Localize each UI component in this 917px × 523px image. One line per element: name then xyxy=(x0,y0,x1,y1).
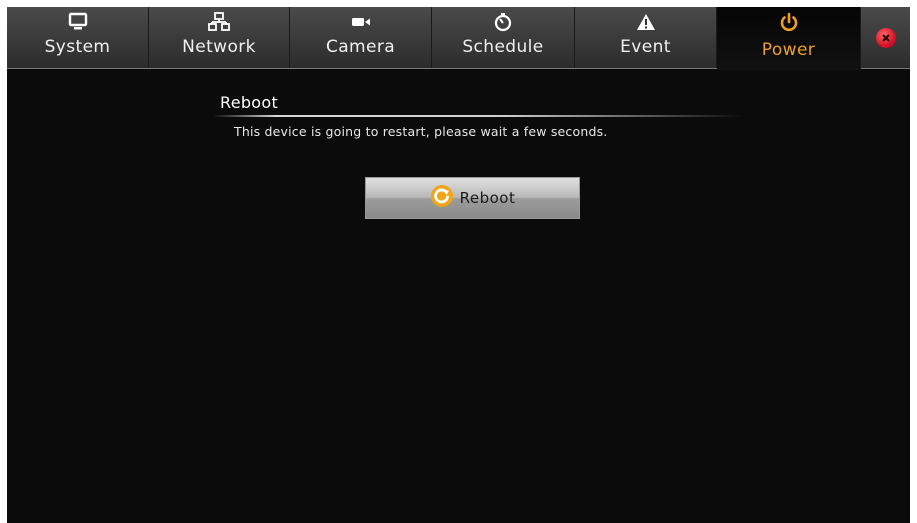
tab-label: Camera xyxy=(325,37,396,57)
close-button[interactable] xyxy=(861,7,910,68)
app-window: System Network Camera Schedule Event Pow… xyxy=(7,7,910,523)
section-title: Reboot xyxy=(220,93,279,112)
reboot-button-label: Reboot xyxy=(459,189,516,207)
tab-system[interactable]: System xyxy=(7,7,149,68)
tab-event[interactable]: Event xyxy=(575,7,717,68)
tab-schedule[interactable]: Schedule xyxy=(432,7,575,68)
close-icon xyxy=(875,27,896,48)
main-tab-bar: System Network Camera Schedule Event Pow… xyxy=(7,7,910,70)
power-icon xyxy=(717,12,860,32)
tab-label: Schedule xyxy=(462,37,544,57)
tab-power[interactable]: Power xyxy=(717,7,861,70)
tab-network[interactable]: Network xyxy=(149,7,290,68)
network-icon xyxy=(149,12,289,32)
warning-icon xyxy=(575,12,716,32)
tab-label: Event xyxy=(620,37,671,57)
tab-camera[interactable]: Camera xyxy=(290,7,432,68)
refresh-icon xyxy=(430,184,454,212)
camera-icon xyxy=(290,12,431,32)
monitor-icon xyxy=(7,12,148,32)
tab-label: Power xyxy=(761,40,816,60)
tab-label: Network xyxy=(182,37,256,57)
stopwatch-icon xyxy=(432,12,574,32)
restart-message: This device is going to restart, please … xyxy=(234,124,608,139)
reboot-button[interactable]: Reboot xyxy=(365,177,580,219)
section-divider xyxy=(213,115,743,117)
tab-label: System xyxy=(44,37,111,57)
